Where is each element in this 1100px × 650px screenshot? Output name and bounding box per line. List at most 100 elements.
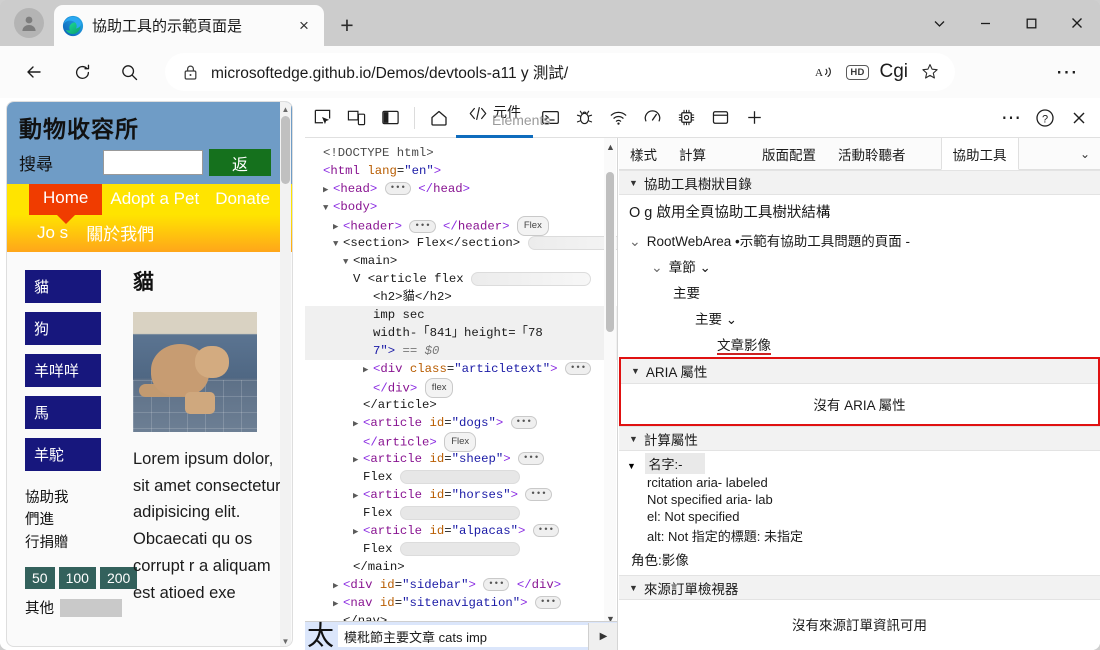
chevron-down-icon[interactable] — [916, 0, 962, 46]
dom-node-row[interactable]: </article> — [305, 396, 617, 414]
category-alpacas[interactable]: 羊駝 — [25, 438, 101, 471]
debugger-icon[interactable] — [567, 102, 601, 134]
search-submit-button[interactable]: 返 — [209, 149, 271, 176]
a11y-tree-node[interactable]: 主要 ⌄ — [619, 305, 1100, 331]
dom-node-row[interactable]: ▶ <article id="horses"> ••• — [305, 486, 617, 504]
tab-computed[interactable]: 計算 — [668, 138, 717, 170]
dom-node-row[interactable]: Flex — [305, 468, 617, 486]
dom-node-row[interactable]: <!DOCTYPE html> — [305, 144, 617, 162]
url-bar[interactable]: microsoftedge.github.io/Demos/devtools-a… — [165, 53, 955, 91]
category-cats[interactable]: 貓 — [25, 270, 101, 303]
inspect-icon[interactable] — [305, 102, 339, 134]
devtools-more-icon[interactable]: ⋯ — [994, 102, 1028, 134]
nav-item-jobs[interactable]: Jo s — [37, 223, 68, 243]
dom-breadcrumb[interactable]: 太 模秕節主要文章 cats imp ▶ — [305, 621, 617, 650]
dom-node-row[interactable]: Flex — [305, 504, 617, 522]
a11y-tree-node[interactable]: 主要 — [619, 279, 1100, 305]
tab-title: 協助工具的示範頁面是 — [92, 18, 243, 35]
maximize-icon[interactable] — [1008, 0, 1054, 46]
lock-icon[interactable] — [179, 64, 201, 81]
dom-node-row[interactable]: ▶ <article id="alpacas"> ••• — [305, 522, 617, 540]
aria-section-header[interactable]: ▼ ARIA 屬性 — [621, 359, 1098, 384]
nav-item-donate[interactable]: Donate — [207, 184, 278, 214]
device-toggle-icon[interactable] — [339, 102, 373, 134]
donate-50-button[interactable]: 50 — [25, 567, 55, 590]
dom-node-row[interactable]: ▶ <div id="sidebar"> ••• </div> — [305, 576, 617, 594]
tab-event-listeners[interactable]: 活動聆聽者 — [827, 138, 917, 170]
dock-side-icon[interactable] — [373, 102, 407, 134]
full-tree-toggle[interactable]: O g 啟用全頁協助工具樹狀結構 — [619, 195, 1100, 227]
dom-node-row[interactable]: ▶ <header> ••• </header> Flex — [305, 216, 617, 237]
help-icon[interactable]: ? — [1028, 102, 1062, 134]
dom-node-row[interactable]: width-「841」height=「78 — [305, 324, 617, 342]
tab-accessibility[interactable]: 協助工具 — [940, 137, 1019, 170]
minimize-icon[interactable] — [962, 0, 1008, 46]
dom-node-row[interactable]: Flex — [305, 540, 617, 558]
profile-avatar[interactable] — [14, 8, 44, 38]
dom-node-row[interactable]: 7"> == $0 — [305, 342, 617, 360]
dom-node-row[interactable]: ▶ <article id="sheep"> ••• — [305, 450, 617, 468]
chevron-down-icon[interactable]: ⌄ — [1080, 147, 1090, 161]
dom-node-row[interactable]: </main> — [305, 558, 617, 576]
memory-icon[interactable] — [669, 102, 703, 134]
close-window-icon[interactable] — [1054, 0, 1100, 46]
a11y-tree-node[interactable]: ⌄ 章節 ⌄ — [619, 253, 1100, 279]
nav-item-home[interactable]: Home — [29, 184, 103, 224]
dom-scrollbar[interactable]: ▲ ▼ — [604, 138, 616, 628]
dom-node-row[interactable]: </article> Flex — [305, 432, 617, 453]
breadcrumb-more-icon[interactable]: ▶ — [588, 622, 617, 650]
dom-node-row[interactable]: ▶ <div class="articletext"> ••• — [305, 360, 617, 378]
dom-node-row[interactable]: V <article flex — [305, 270, 617, 288]
dom-node-row[interactable]: ▼ <main> — [305, 252, 617, 270]
dom-node-row[interactable]: ▼ <body> — [305, 198, 617, 216]
dom-node-row[interactable]: ▶ <head> ••• </head> — [305, 180, 617, 198]
search-input[interactable] — [103, 150, 203, 175]
accessibility-tree[interactable]: ⌄ RootWebArea •示範有協助工具問題的頁面 - ⌄ 章節 ⌄ 主要 主要 ⌄ 文… — [619, 227, 1100, 357]
breadcrumb-text[interactable]: 模秕節主要文章 cats imp — [338, 625, 588, 647]
performance-icon[interactable] — [635, 102, 669, 134]
a11y-tree-node[interactable]: ⌄ RootWebArea •示範有協助工具問題的頁面 - — [619, 227, 1100, 253]
favorite-star-icon[interactable] — [915, 57, 945, 87]
dom-node-row[interactable]: ▼ <section> Flex</section> — [305, 234, 617, 252]
dom-node-row[interactable]: </div> flex — [305, 378, 617, 399]
devtools-close-icon[interactable] — [1062, 102, 1096, 134]
cgi-label[interactable]: Cgi — [875, 61, 912, 83]
computed-section-header[interactable]: ▼ 計算屬性 — [619, 426, 1100, 451]
hd-badge[interactable]: HD — [842, 57, 872, 87]
category-horses[interactable]: 馬 — [25, 396, 101, 429]
dom-tree[interactable]: <!DOCTYPE html> <html lang="en"> ▶ <head> •… — [305, 138, 617, 630]
back-icon[interactable] — [18, 56, 50, 88]
computed-name-label: 名字:- — [644, 453, 705, 474]
tab-layout[interactable]: 版面配置 — [751, 138, 827, 170]
source-order-section-header[interactable]: ▼ 來源訂單檢視器 — [619, 575, 1100, 600]
read-aloud-icon[interactable]: A — [809, 57, 839, 87]
category-sheep[interactable]: 羊咩咩 — [25, 354, 101, 387]
dom-node-row[interactable]: <h2>貓</h2> — [305, 288, 617, 306]
dom-node-row[interactable]: ▶ <article id="dogs"> ••• — [305, 414, 617, 432]
search-icon[interactable] — [113, 56, 145, 88]
home-icon[interactable] — [422, 102, 456, 134]
reload-icon[interactable] — [66, 56, 98, 88]
donate-other-input[interactable] — [60, 598, 122, 617]
dom-node-row[interactable]: ▶ <nav id="sitenavigation"> ••• — [305, 594, 617, 612]
dom-node-row[interactable]: <html lang="en"> — [305, 162, 617, 180]
a11y-tree-node[interactable]: 文章影像 — [619, 331, 1100, 357]
network-icon[interactable] — [601, 102, 635, 134]
url-text[interactable]: microsoftedge.github.io/Demos/devtools-a… — [211, 61, 809, 83]
close-icon[interactable]: × — [292, 14, 316, 38]
nav-item-adopt[interactable]: Adopt a Pet — [102, 184, 207, 214]
page-scrollbar[interactable]: ▲ ▼ — [280, 102, 291, 646]
a11y-tree-section-header[interactable]: ▼ 協助工具樹狀目錄 — [619, 170, 1100, 195]
nav-item-about[interactable]: 關於我們 — [86, 220, 154, 245]
tab-styles[interactable]: 樣式 — [619, 138, 668, 170]
category-dogs[interactable]: 狗 — [25, 312, 101, 345]
browser-settings-button[interactable]: ⋯ — [1050, 58, 1084, 86]
new-tab-button[interactable]: + — [333, 11, 361, 39]
browser-tab[interactable]: 協助工具的示範頁面是 × — [54, 5, 324, 46]
computed-name-row[interactable]: ▼ 名字:- — [619, 453, 1100, 474]
tab-elements[interactable]: 元件 Elements — [456, 98, 550, 138]
application-icon[interactable] — [703, 102, 737, 134]
add-panel-icon[interactable] — [737, 102, 771, 134]
dom-node-row[interactable]: imp sec — [305, 306, 617, 324]
donate-100-button[interactable]: 100 — [58, 567, 96, 590]
